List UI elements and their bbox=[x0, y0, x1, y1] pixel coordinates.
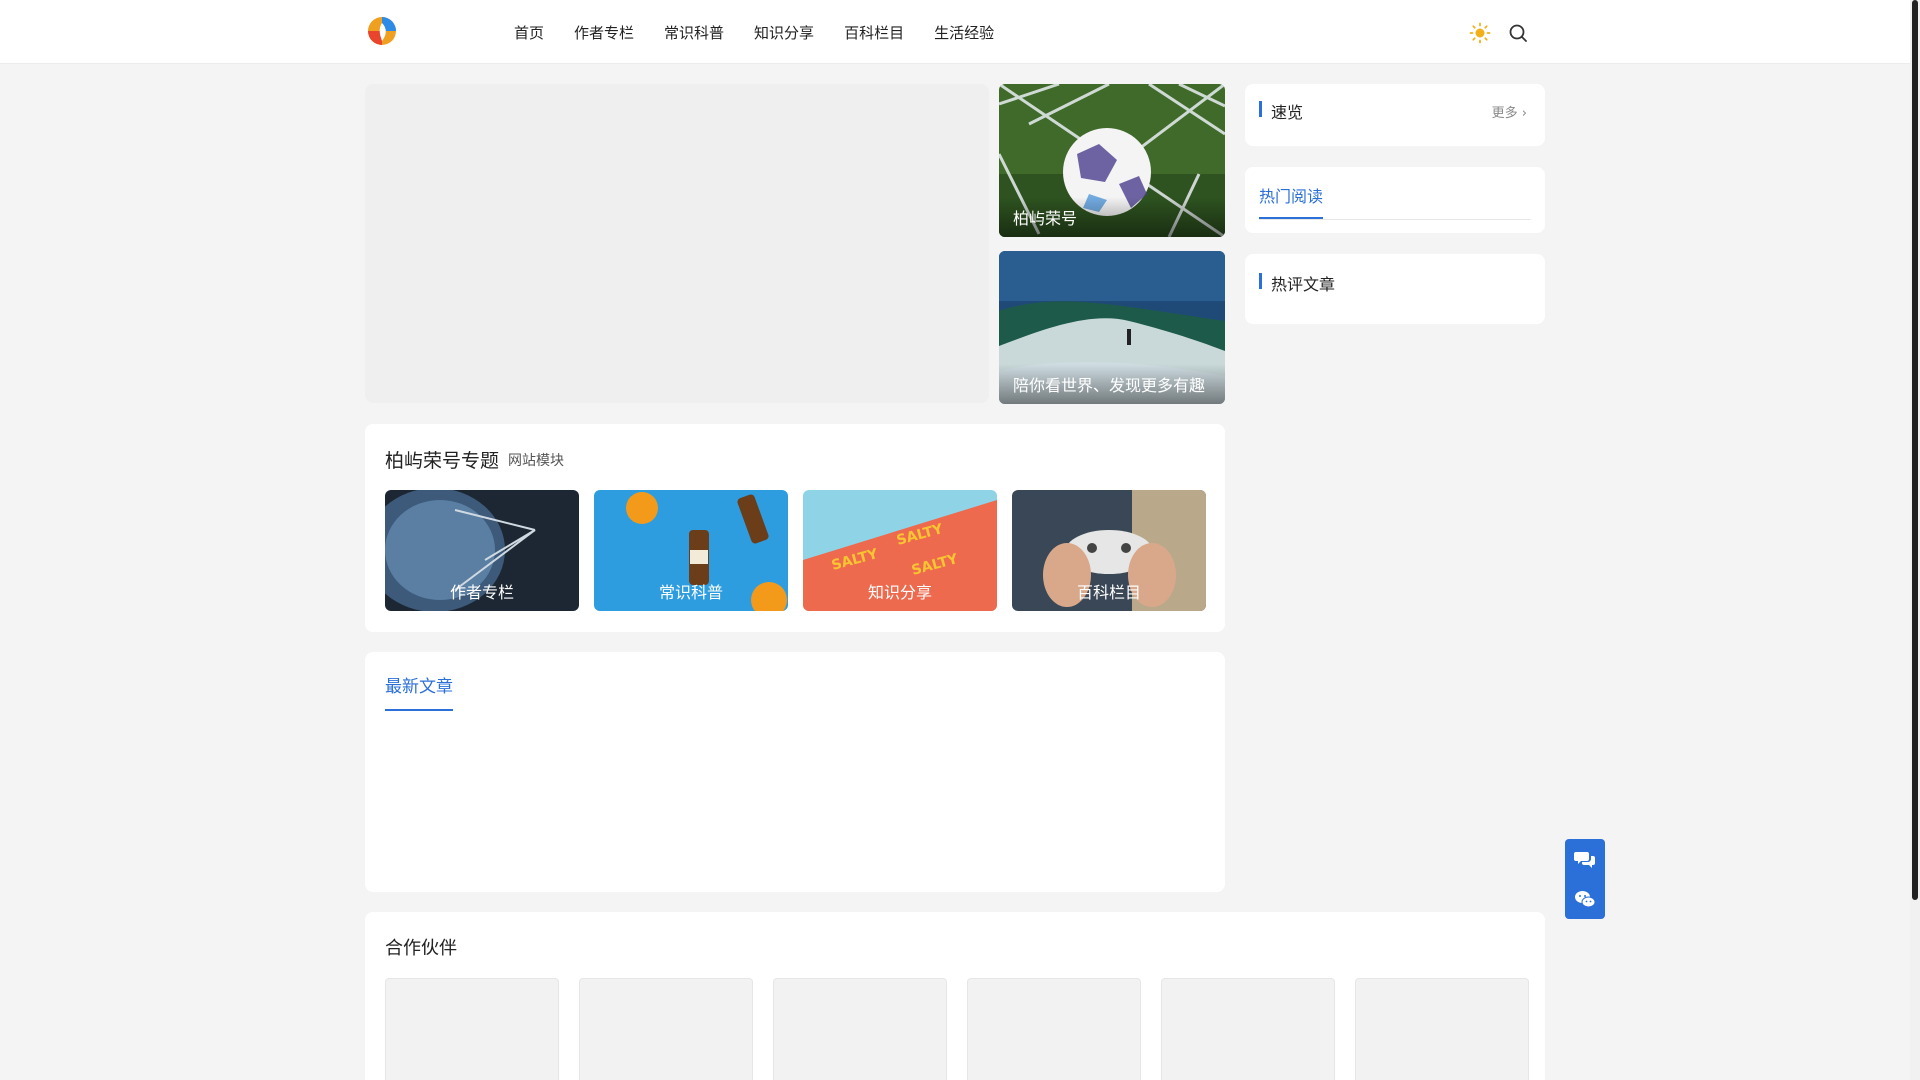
nav-author-column[interactable]: 作者专栏 bbox=[574, 22, 634, 43]
quick-view-title: 速览 bbox=[1259, 99, 1303, 123]
partner-card[interactable] bbox=[967, 978, 1141, 1080]
tab-latest-articles[interactable]: 最新文章 bbox=[385, 672, 453, 711]
main-nav: 首页 作者专栏 常识科普 知识分享 百科栏目 生活经验 bbox=[514, 0, 1024, 64]
latest-articles-section: 最新文章 bbox=[365, 652, 1225, 892]
partners-title: 合作伙伴 bbox=[385, 938, 457, 959]
search-icon[interactable] bbox=[1507, 22, 1529, 44]
tab-divider bbox=[1259, 219, 1531, 220]
topic-card-author[interactable]: 作者专栏 bbox=[385, 490, 579, 611]
topic-card-science[interactable]: 常识科普 bbox=[594, 490, 788, 611]
topics-subtitle: 网站模块 bbox=[508, 453, 564, 469]
scrollbar-thumb[interactable] bbox=[1912, 0, 1918, 900]
hot-read-widget: 热门阅读 bbox=[1245, 167, 1545, 233]
quick-view-widget: 速览 更多 › bbox=[1245, 84, 1545, 146]
topic-card-knowledge[interactable]: SALTY SALTY SALTY 知识分享 bbox=[803, 490, 997, 611]
topic-label-author: 作者专栏 bbox=[449, 583, 514, 602]
partner-card[interactable] bbox=[773, 978, 947, 1080]
floating-actions bbox=[1565, 839, 1605, 919]
nav-life-tips[interactable]: 生活经验 bbox=[934, 22, 994, 43]
hot-comments-title: 热评文章 bbox=[1259, 271, 1335, 295]
partner-card[interactable] bbox=[1161, 978, 1335, 1080]
partner-card[interactable] bbox=[579, 978, 753, 1080]
chevron-right-icon: › bbox=[1521, 106, 1527, 121]
topic-label-knowledge: 知识分享 bbox=[867, 583, 932, 602]
hero-card-2[interactable]: 陪你看世界、发现更多有趣 bbox=[999, 251, 1225, 404]
more-link[interactable]: 更多 › bbox=[1492, 102, 1527, 121]
hero-card-1-caption: 柏屿荣号 bbox=[999, 197, 1225, 237]
sun-icon[interactable] bbox=[1469, 22, 1491, 44]
hero-card-2-caption: 陪你看世界、发现更多有趣 bbox=[999, 364, 1225, 404]
topic-label-science: 常识科普 bbox=[658, 583, 723, 602]
hot-comments-widget: 热评文章 bbox=[1245, 254, 1545, 324]
page-scrollbar[interactable] bbox=[1910, 0, 1920, 1080]
wechat-icon[interactable] bbox=[1573, 887, 1597, 911]
site-logo-icon[interactable] bbox=[366, 15, 398, 47]
more-label: 更多 bbox=[1491, 106, 1518, 121]
nav-science[interactable]: 常识科普 bbox=[664, 22, 724, 43]
hero-slider-placeholder[interactable] bbox=[365, 84, 989, 403]
tab-hot-read[interactable]: 热门阅读 bbox=[1259, 183, 1324, 219]
hero-card-1[interactable]: 柏屿荣号 bbox=[999, 84, 1225, 237]
nav-knowledge[interactable]: 知识分享 bbox=[754, 22, 814, 43]
topics-section: 柏屿荣号专题 网站模块 作者专栏 常识科普 SALTY SALTY SALTY … bbox=[365, 424, 1225, 632]
chat-bubbles-icon[interactable] bbox=[1573, 847, 1597, 871]
topic-card-encyclopedia[interactable]: 百科栏目 bbox=[1012, 490, 1206, 611]
topic-label-encyclopedia: 百科栏目 bbox=[1076, 583, 1141, 602]
partner-card[interactable] bbox=[1355, 978, 1529, 1080]
site-header: 首页 作者专栏 常识科普 知识分享 百科栏目 生活经验 bbox=[0, 0, 1910, 64]
partners-section: 合作伙伴 bbox=[365, 912, 1545, 1080]
topics-title: 柏屿荣号专题 bbox=[385, 450, 500, 472]
nav-encyclopedia[interactable]: 百科栏目 bbox=[844, 22, 904, 43]
partner-card[interactable] bbox=[385, 978, 559, 1080]
nav-home[interactable]: 首页 bbox=[514, 22, 544, 43]
